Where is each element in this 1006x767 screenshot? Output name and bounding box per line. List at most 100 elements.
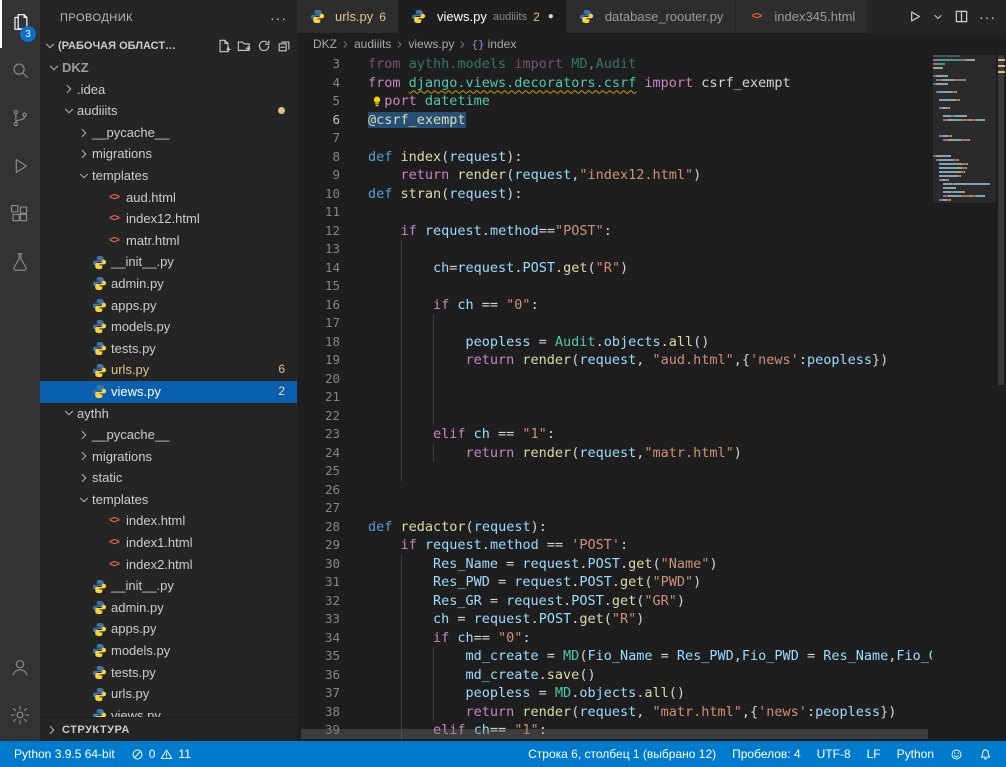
code-line[interactable]: 20 bbox=[297, 370, 932, 389]
vertical-scrollbar[interactable] bbox=[996, 55, 1006, 741]
tab-views.py[interactable]: views.pyaudiiits2● bbox=[399, 0, 567, 33]
new-folder-button[interactable] bbox=[237, 39, 251, 53]
tree-item-aythh[interactable]: aythh bbox=[40, 403, 297, 425]
tree-item-audiiits[interactable]: audiiits bbox=[40, 100, 297, 122]
code-line[interactable]: 32Res_GR = request.POST.get("GR") bbox=[297, 592, 932, 611]
status-python-version[interactable]: Python 3.9.5 64-bit bbox=[6, 741, 123, 767]
tree-item-index1.html[interactable]: <>index1.html bbox=[40, 532, 297, 554]
tree-item-apps.py[interactable]: apps.py bbox=[40, 618, 297, 640]
run-button[interactable] bbox=[907, 9, 922, 24]
code-line[interactable]: 12if request.method=="POST": bbox=[297, 222, 932, 241]
tree-item-.idea[interactable]: .idea bbox=[40, 79, 297, 101]
line-number[interactable]: 3 bbox=[297, 55, 340, 74]
tree-item-views.py[interactable]: views.py2 bbox=[40, 381, 297, 403]
tree-item-urls.py[interactable]: urls.py bbox=[40, 683, 297, 705]
tree-item-models.py[interactable]: models.py bbox=[40, 316, 297, 338]
code-line[interactable]: 3from aythh.models import MD,Audit bbox=[297, 55, 932, 74]
status-cursor-position[interactable]: Строка 6, столбец 1 (выбрано 12) bbox=[520, 741, 724, 767]
code-line[interactable]: 6@csrf_exempt bbox=[297, 111, 932, 130]
code-line[interactable]: 8def index(request): bbox=[297, 148, 932, 167]
line-number[interactable]: 25 bbox=[297, 462, 340, 481]
line-number[interactable]: 13 bbox=[297, 240, 340, 259]
breadcrumb-item-audiiits[interactable]: audiiits bbox=[354, 37, 391, 51]
line-number[interactable]: 18 bbox=[297, 333, 340, 352]
line-number[interactable]: 9 bbox=[297, 166, 340, 185]
status-notifications[interactable] bbox=[971, 741, 1000, 767]
breadcrumb-symbol[interactable]: {}index bbox=[471, 37, 516, 51]
lightbulb-icon[interactable] bbox=[368, 92, 385, 111]
line-number[interactable]: 17 bbox=[297, 314, 340, 333]
code-line[interactable]: 11 bbox=[297, 203, 932, 222]
activity-account-button[interactable] bbox=[0, 645, 40, 693]
code-line[interactable]: 13 bbox=[297, 240, 932, 259]
line-number[interactable]: 6 bbox=[297, 111, 340, 130]
tree-item-DKZ[interactable]: DKZ bbox=[40, 57, 297, 79]
tree-item-admin.py[interactable]: admin.py bbox=[40, 273, 297, 295]
activity-search-button[interactable] bbox=[0, 48, 40, 96]
line-number[interactable]: 5 bbox=[297, 92, 340, 111]
status-language-mode[interactable]: Python bbox=[889, 741, 942, 767]
outline-section-header[interactable]: СТРУКТУРА bbox=[40, 717, 297, 741]
activity-explorer-button[interactable]: 3 bbox=[0, 0, 40, 48]
line-number[interactable]: 35 bbox=[297, 647, 340, 666]
code-line[interactable]: 30Res_Name = request.POST.get("Name") bbox=[297, 555, 932, 574]
tree-item-apps.py[interactable]: apps.py bbox=[40, 295, 297, 317]
code-line[interactable]: 14ch=request.POST.get("R") bbox=[297, 259, 932, 278]
tree-item-tests.py[interactable]: tests.py bbox=[40, 338, 297, 360]
tree-item-admin.py[interactable]: admin.py bbox=[40, 597, 297, 619]
status-encoding[interactable]: UTF-8 bbox=[809, 741, 859, 767]
line-number[interactable]: 22 bbox=[297, 407, 340, 426]
code-line[interactable]: 25 bbox=[297, 462, 932, 481]
code-line[interactable]: 28def redactor(request): bbox=[297, 518, 932, 537]
horizontal-scrollbar[interactable] bbox=[301, 729, 928, 739]
breadcrumb-item-DKZ[interactable]: DKZ bbox=[313, 37, 337, 51]
tree-item-static[interactable]: static bbox=[40, 467, 297, 489]
code-line[interactable]: 5import datetime bbox=[297, 92, 932, 111]
split-editor-button[interactable] bbox=[954, 9, 969, 24]
activity-extensions-button[interactable] bbox=[0, 192, 40, 240]
code-line[interactable]: 26 bbox=[297, 481, 932, 500]
breadcrumb-item-views.py[interactable]: views.py bbox=[408, 37, 454, 51]
code-line[interactable]: 4from django.views.decorators.csrf impor… bbox=[297, 74, 932, 93]
refresh-button[interactable] bbox=[257, 39, 271, 53]
code-line[interactable]: 7 bbox=[297, 129, 932, 148]
line-number[interactable]: 15 bbox=[297, 277, 340, 296]
code-line[interactable]: 22 bbox=[297, 407, 932, 426]
run-dropdown-button[interactable] bbox=[932, 11, 944, 23]
code-line[interactable]: 15 bbox=[297, 277, 932, 296]
code-line[interactable]: 9return render(request,"index12.html") bbox=[297, 166, 932, 185]
code-line[interactable]: 35md_create = MD(Fio_Name = Res_PWD,Fio_… bbox=[297, 647, 932, 666]
line-number[interactable]: 16 bbox=[297, 296, 340, 315]
code-line[interactable]: 19return render(request, "aud.html",{'ne… bbox=[297, 351, 932, 370]
line-number[interactable]: 34 bbox=[297, 629, 340, 648]
code-line[interactable]: 23elif ch == "1": bbox=[297, 425, 932, 444]
tree-item-models.py[interactable]: models.py bbox=[40, 640, 297, 662]
line-number[interactable]: 12 bbox=[297, 222, 340, 241]
tree-item-migrations[interactable]: migrations bbox=[40, 446, 297, 468]
workspace-section-header[interactable]: (РАБОЧАЯ ОБЛАСТЬ) ... bbox=[40, 35, 297, 57]
code-line[interactable]: 17 bbox=[297, 314, 932, 333]
status-feedback[interactable] bbox=[942, 741, 971, 767]
code-line[interactable]: 18peopless = Audit.objects.all() bbox=[297, 333, 932, 352]
line-number[interactable]: 33 bbox=[297, 610, 340, 629]
tree-item-templates[interactable]: templates bbox=[40, 165, 297, 187]
line-number[interactable]: 14 bbox=[297, 259, 340, 278]
tree-item-matr.html[interactable]: <>matr.html bbox=[40, 230, 297, 252]
tree-item-urls.py[interactable]: urls.py6 bbox=[40, 359, 297, 381]
status-indentation[interactable]: Пробелов: 4 bbox=[724, 741, 809, 767]
status-problems[interactable]: 011 bbox=[123, 741, 199, 767]
tree-item-tests.py[interactable]: tests.py bbox=[40, 662, 297, 684]
code-line[interactable]: 10def stran(request): bbox=[297, 185, 932, 204]
more-actions-button[interactable]: ··· bbox=[979, 9, 996, 25]
code-line[interactable]: 27 bbox=[297, 499, 932, 518]
line-number[interactable]: 24 bbox=[297, 444, 340, 463]
tab-database_roouter.py[interactable]: database_roouter.py bbox=[567, 0, 737, 33]
activity-source-control-button[interactable] bbox=[0, 96, 40, 144]
tree-item-__init__.py[interactable]: __init__.py bbox=[40, 575, 297, 597]
line-number[interactable]: 10 bbox=[297, 185, 340, 204]
tree-item-index12.html[interactable]: <>index12.html bbox=[40, 208, 297, 230]
line-number[interactable]: 27 bbox=[297, 499, 340, 518]
tree-item-index.html[interactable]: <>index.html bbox=[40, 510, 297, 532]
line-number[interactable]: 7 bbox=[297, 129, 340, 148]
line-number[interactable]: 20 bbox=[297, 370, 340, 389]
